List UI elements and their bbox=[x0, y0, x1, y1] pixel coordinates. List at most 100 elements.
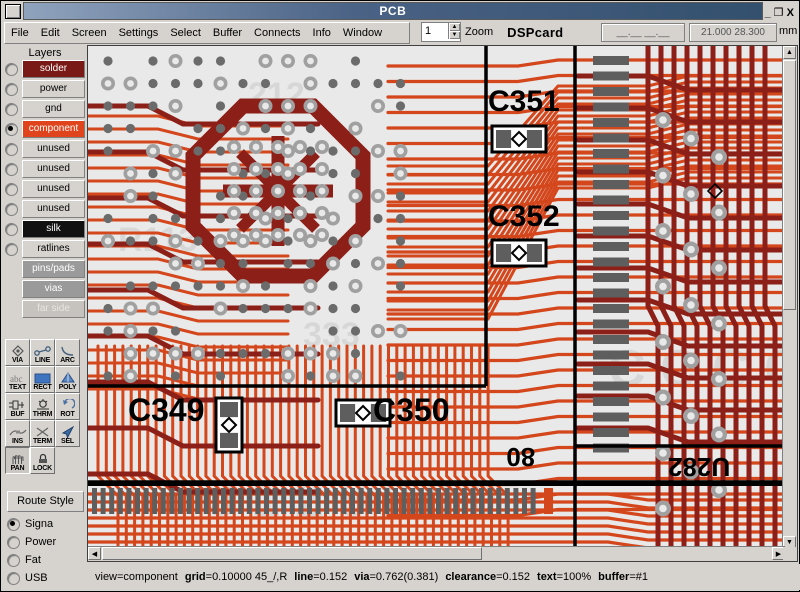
menu-item-buffer[interactable]: Buffer bbox=[207, 25, 248, 41]
layer-button-gnd[interactable]: gnd bbox=[22, 100, 85, 118]
layer-radio-unused[interactable] bbox=[5, 142, 18, 156]
layer-row-component[interactable]: component bbox=[5, 119, 87, 139]
svg-text:abc: abc bbox=[10, 374, 23, 384]
layer-button-unused[interactable]: unused bbox=[22, 180, 85, 198]
layer-button-vias[interactable]: vias bbox=[22, 280, 85, 298]
pan-icon bbox=[9, 453, 27, 465]
route-style-option-fat[interactable]: Fat bbox=[7, 551, 85, 569]
route-style-option-usb[interactable]: USB bbox=[7, 569, 85, 587]
layer-row-power[interactable]: power bbox=[5, 79, 87, 99]
route-style-radio-fat[interactable] bbox=[7, 553, 20, 567]
via-tool[interactable]: VIA bbox=[5, 339, 30, 366]
status-via-key: via bbox=[354, 571, 370, 583]
layer-radio-power[interactable] bbox=[5, 82, 18, 96]
arc-tool[interactable]: ARC bbox=[55, 339, 80, 366]
lock-tool[interactable]: LOCK bbox=[30, 447, 55, 474]
layer-row-unused[interactable]: unused bbox=[5, 179, 87, 199]
scroll-up-icon[interactable]: ▲ bbox=[783, 46, 796, 59]
arc-tool-label: ARC bbox=[60, 357, 75, 364]
pan-tool[interactable]: PAN bbox=[5, 447, 30, 474]
rotate-tool[interactable]: ROT bbox=[55, 393, 80, 420]
layer-radio-solder[interactable] bbox=[5, 62, 18, 76]
layer-button-unused[interactable]: unused bbox=[22, 140, 85, 158]
line-tool[interactable]: LINE bbox=[30, 339, 55, 366]
minimize-button[interactable]: _ bbox=[765, 8, 771, 19]
term-tool[interactable]: TERM bbox=[30, 420, 55, 447]
zoom-up-icon[interactable]: ▲ bbox=[449, 23, 460, 31]
layer-button-ratlines[interactable]: ratlines bbox=[22, 240, 85, 258]
scroll-left-icon[interactable]: ◀ bbox=[88, 547, 101, 560]
route-style-radio-usb[interactable] bbox=[7, 571, 20, 585]
layer-radio-silk[interactable] bbox=[5, 222, 18, 236]
route-style-radio-signa[interactable] bbox=[7, 517, 20, 531]
menu-item-connects[interactable]: Connects bbox=[248, 25, 306, 41]
layer-radio-unused[interactable] bbox=[5, 182, 18, 196]
route-style-option-signa[interactable]: Signa bbox=[7, 515, 85, 533]
zoom-control-group: 1 ▲ ▼ Zoom DSPcard bbox=[421, 22, 563, 42]
vertical-scrollbar[interactable]: ▲ ▼ bbox=[782, 46, 797, 549]
layer-button-silk[interactable]: silk bbox=[22, 220, 85, 238]
text-tool[interactable]: abc TEXT bbox=[5, 366, 30, 393]
menu-item-edit[interactable]: Edit bbox=[35, 25, 66, 41]
menu-item-file[interactable]: File bbox=[5, 25, 35, 41]
system-menu-button[interactable] bbox=[5, 3, 21, 19]
layer-radio-unused[interactable] bbox=[5, 162, 18, 176]
layer-button-power[interactable]: power bbox=[22, 80, 85, 98]
insert-tool-label: INS bbox=[11, 438, 24, 445]
layer-row-solder[interactable]: solder bbox=[5, 59, 87, 79]
layer-row-unused[interactable]: unused bbox=[5, 139, 87, 159]
zoom-label: Zoom bbox=[465, 26, 494, 38]
layer-row-ratlines[interactable]: ratlines bbox=[5, 239, 87, 259]
maximize-button[interactable]: ❐ bbox=[774, 8, 784, 19]
poly-tool[interactable]: POLY bbox=[55, 366, 80, 393]
horizontal-scrollbar[interactable]: ◀ ▶ bbox=[88, 546, 785, 561]
layer-row-far-side[interactable]: far side bbox=[5, 299, 87, 319]
rect-tool[interactable]: RECT bbox=[30, 366, 55, 393]
status-text-value: =100% bbox=[556, 571, 592, 583]
zoom-spinner[interactable]: 1 ▲ ▼ bbox=[421, 22, 461, 42]
insert-tool[interactable]: INS bbox=[5, 420, 30, 447]
vertical-scroll-thumb[interactable] bbox=[783, 60, 796, 310]
layer-row-gnd[interactable]: gnd bbox=[5, 99, 87, 119]
layer-row-unused[interactable]: unused bbox=[5, 159, 87, 179]
layer-button-unused[interactable]: unused bbox=[22, 160, 85, 178]
layer-button-unused[interactable]: unused bbox=[22, 200, 85, 218]
layer-button-far-side[interactable]: far side bbox=[22, 300, 85, 318]
layer-radio-component[interactable] bbox=[5, 122, 18, 136]
status-grid-key: grid bbox=[184, 571, 206, 583]
menu-item-screen[interactable]: Screen bbox=[66, 25, 113, 41]
layer-radio-unused[interactable] bbox=[5, 202, 18, 216]
pcb-canvas[interactable]: 212R113333C C C CJ 1 2 9 0 9 0C351C352C3… bbox=[88, 46, 785, 549]
layer-row-pins-pads[interactable]: pins/pads bbox=[5, 259, 87, 279]
cursor-coordinate-display: __.__ __.__ bbox=[601, 23, 685, 42]
route-style-button[interactable]: Route Style bbox=[7, 491, 84, 512]
pcb-drawing[interactable]: 212R113333C C C CJ 1 2 9 0 9 0C351C352C3… bbox=[88, 46, 785, 549]
layer-button-pins-pads[interactable]: pins/pads bbox=[22, 260, 85, 278]
route-style-option-power[interactable]: Power bbox=[7, 533, 85, 551]
menu-item-window[interactable]: Window bbox=[337, 25, 388, 41]
menu-item-select[interactable]: Select bbox=[164, 25, 207, 41]
route-style-radio-power[interactable] bbox=[7, 535, 20, 549]
thermal-tool[interactable]: THRM bbox=[30, 393, 55, 420]
status-clearance-value: =0.152 bbox=[496, 571, 531, 583]
silk-label: 80 bbox=[506, 442, 535, 472]
select-tool[interactable]: SEL bbox=[55, 420, 80, 447]
layer-row-vias[interactable]: vias bbox=[5, 279, 87, 299]
status-grid-value: =0.10000 45_/,R bbox=[205, 571, 288, 583]
route-style-label-signa: Signa bbox=[25, 518, 54, 530]
layer-radio-ratlines[interactable] bbox=[5, 242, 18, 256]
buffer-tool[interactable]: BUF bbox=[5, 393, 30, 420]
layer-button-component[interactable]: component bbox=[22, 120, 85, 138]
horizontal-scroll-thumb[interactable] bbox=[102, 547, 482, 560]
zoom-down-icon[interactable]: ▼ bbox=[449, 31, 460, 39]
zoom-input[interactable]: 1 bbox=[422, 23, 448, 41]
menu-item-settings[interactable]: Settings bbox=[113, 25, 165, 41]
layer-row-silk[interactable]: silk bbox=[5, 219, 87, 239]
menu-item-info[interactable]: Info bbox=[307, 25, 337, 41]
layer-radio-gnd[interactable] bbox=[5, 102, 18, 116]
layer-row-unused[interactable]: unused bbox=[5, 199, 87, 219]
status-text-key: text bbox=[537, 571, 557, 583]
close-button[interactable]: X bbox=[787, 8, 794, 19]
via-tool-label: VIA bbox=[11, 357, 24, 364]
layer-button-solder[interactable]: solder bbox=[22, 60, 85, 78]
